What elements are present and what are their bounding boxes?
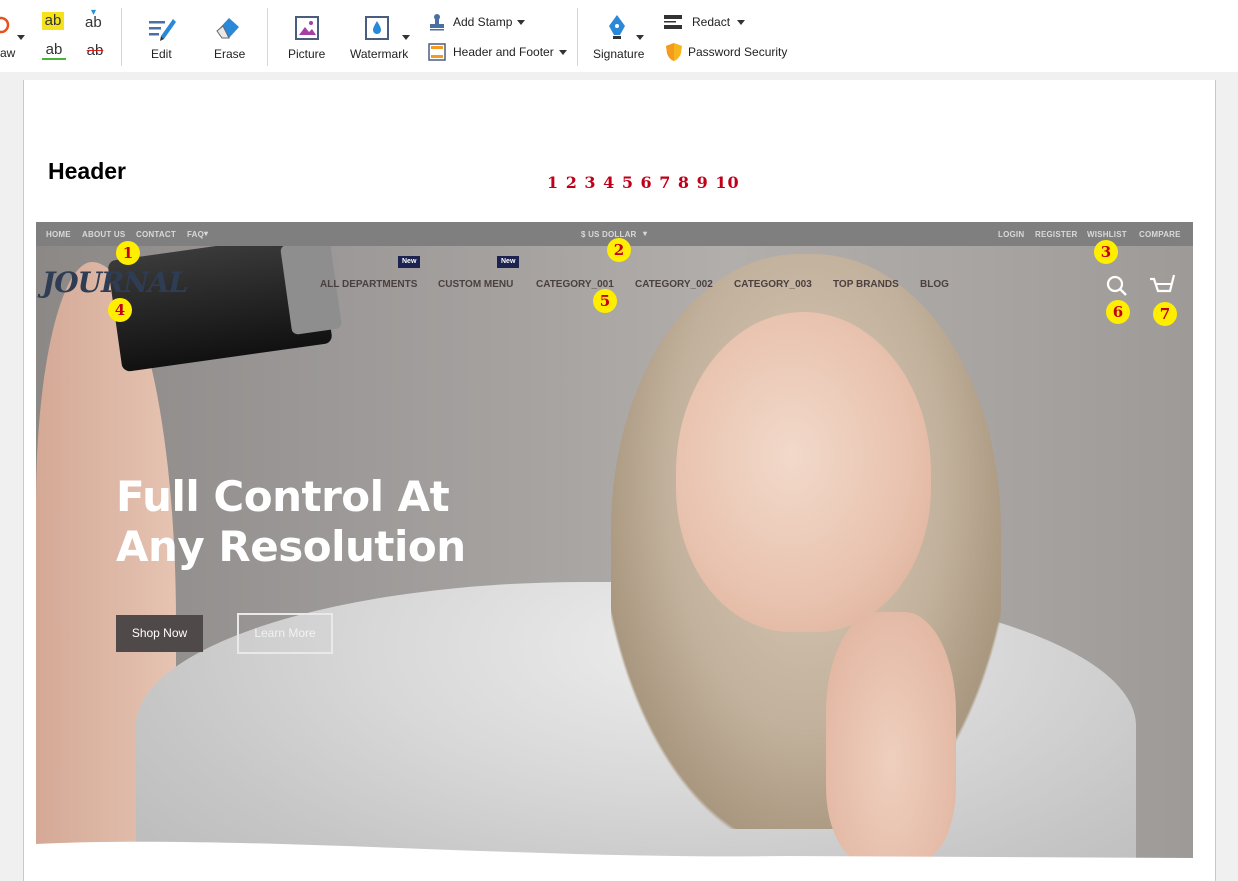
annotation-marker-4: 4 (108, 298, 132, 322)
annotation-marker-3: 3 (1094, 240, 1118, 264)
underline-text-button[interactable]: ab (42, 42, 66, 64)
cart-icon[interactable] (1148, 273, 1176, 297)
redact-icon (664, 15, 682, 29)
new-badge: New (497, 256, 520, 268)
redact-label: Redact (692, 15, 731, 29)
signature-pen-icon (609, 15, 625, 39)
add-stamp-button[interactable]: Add Stamp (428, 11, 526, 33)
eraser-icon (216, 18, 239, 39)
hero-headline-line1: Full Control At (116, 472, 450, 521)
annotation-marker-2: 2 (607, 238, 631, 262)
hero-hand (826, 612, 956, 858)
header-footer-icon (428, 43, 446, 61)
insert-text-icon: ab (85, 14, 102, 31)
menu-item-custom-menu[interactable]: CUSTOM MENU (438, 279, 513, 290)
topbar-link-home[interactable]: HOME (46, 230, 71, 239)
menu-item-category-003[interactable]: CATEGORY_003 (734, 279, 812, 290)
picture-button[interactable]: Picture (284, 0, 330, 70)
toolbar-divider (577, 8, 578, 66)
underline-text-icon: ab (42, 42, 66, 60)
draw-button[interactable]: aw (0, 0, 30, 70)
menu-item-all-departments[interactable]: ALL DEPARTMENTS (320, 279, 417, 290)
watermark-label: Watermark (350, 47, 409, 61)
site-logo[interactable]: JOURNAL (42, 266, 188, 299)
hero-bottom-wave (36, 841, 1193, 858)
insert-text-button[interactable]: ▾ ab (84, 7, 106, 32)
chevron-down-icon[interactable] (402, 35, 410, 40)
draw-label: aw (0, 46, 16, 60)
highlight-text-button[interactable]: ab (42, 12, 64, 32)
topbar-link-about[interactable]: ABOUT US (82, 230, 125, 239)
chevron-down-icon[interactable] (558, 49, 567, 55)
signature-button[interactable]: Signature (590, 0, 648, 70)
annotation-marker-7: 7 (1153, 302, 1177, 326)
topbar-link-faq[interactable]: FAQ (187, 230, 204, 239)
header-footer-button[interactable]: Header and Footer (428, 41, 567, 63)
edit-icon (149, 19, 176, 41)
strikeout-text-icon: ab (86, 42, 104, 59)
number-sequence: 1 2 3 4 5 6 7 8 9 10 (547, 173, 740, 192)
toolbar-divider (267, 8, 268, 66)
signature-label: Signature (593, 47, 645, 61)
strikeout-text-button[interactable]: ab (84, 42, 106, 64)
redact-button[interactable]: Redact (663, 11, 746, 33)
menu-item-category-002[interactable]: CATEGORY_002 (635, 279, 713, 290)
shield-icon (666, 43, 682, 61)
chevron-down-icon[interactable] (636, 35, 644, 40)
toolbar-divider (121, 8, 122, 66)
erase-button[interactable]: Erase (205, 0, 250, 70)
website-screenshot: HOME ABOUT US CONTACT FAQ ▾ $ US DOLLAR … (36, 222, 1193, 858)
topbar-link-compare[interactable]: COMPARE (1139, 230, 1181, 239)
header-footer-label: Header and Footer (453, 45, 554, 59)
hero-headline-line2: Any Resolution (116, 522, 466, 571)
chevron-down-icon[interactable] (737, 19, 746, 25)
picture-icon (295, 16, 319, 40)
new-badge: New (398, 256, 421, 268)
currency-selector[interactable]: $ US DOLLAR (581, 230, 637, 239)
page-heading: Header (48, 158, 126, 184)
annotation-marker-6: 6 (1106, 300, 1130, 324)
add-stamp-label: Add Stamp (453, 15, 513, 29)
edit-label: Edit (151, 47, 172, 61)
topbar-link-register[interactable]: REGISTER (1035, 230, 1078, 239)
search-icon[interactable] (1106, 275, 1128, 297)
password-security-label: Password Security (688, 45, 788, 59)
hero-face (676, 312, 931, 632)
topbar-link-login[interactable]: LOGIN (998, 230, 1024, 239)
currency-caret-icon: ▾ (643, 229, 648, 238)
topbar-link-wishlist[interactable]: WISHLIST (1087, 230, 1127, 239)
chevron-down-icon[interactable] (17, 35, 25, 40)
annotation-marker-5: 5 (593, 289, 617, 313)
erase-label: Erase (214, 47, 246, 61)
menu-item-top-brands[interactable]: TOP BRANDS (833, 279, 899, 290)
topbar-link-contact[interactable]: CONTACT (136, 230, 176, 239)
highlight-text-icon: ab (42, 12, 64, 30)
watermark-icon (365, 16, 389, 40)
learn-more-button[interactable]: Learn More (237, 613, 333, 654)
edit-button[interactable]: Edit (140, 0, 182, 70)
hero-headline: Full Control At Any Resolution (116, 472, 466, 572)
watermark-button[interactable]: Watermark (346, 0, 412, 70)
picture-label: Picture (288, 47, 326, 61)
shop-now-button[interactable]: Shop Now (116, 615, 203, 652)
faq-caret-icon: ▾ (204, 229, 209, 238)
password-security-button[interactable]: Password Security (665, 41, 787, 63)
draw-icon (0, 16, 10, 34)
stamp-icon (430, 14, 444, 31)
ribbon-toolbar: aw ab ▾ ab ab ab Edit Erase Picture Wate… (0, 0, 1238, 73)
annotation-marker-1: 1 (116, 241, 140, 265)
menu-item-blog[interactable]: BLOG (920, 279, 949, 290)
chevron-down-icon[interactable] (517, 19, 526, 25)
